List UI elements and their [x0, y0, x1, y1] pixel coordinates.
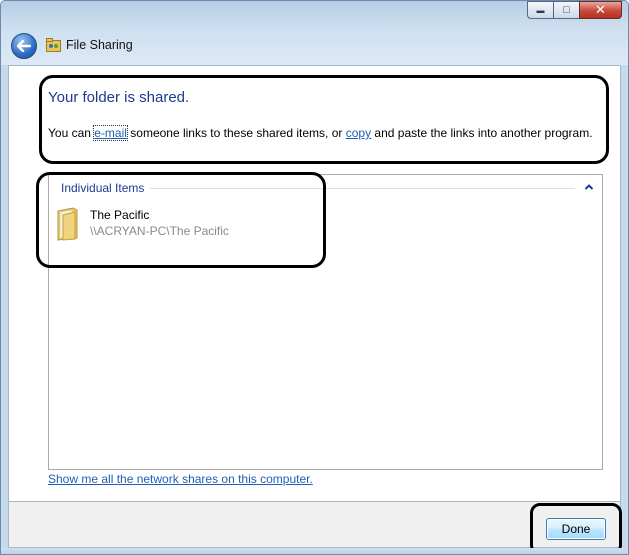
- back-arrow-icon: [17, 40, 31, 52]
- maximize-icon: □: [563, 4, 570, 16]
- window-controls: ▬ □ ✕: [527, 1, 622, 19]
- minimize-icon: ▬: [536, 5, 545, 15]
- network-shares-link-text: Show me all the network shares on this c…: [48, 472, 313, 486]
- maximize-button[interactable]: □: [553, 1, 579, 19]
- back-button[interactable]: [11, 33, 37, 59]
- annotation-outline-heading: [39, 75, 609, 164]
- content-panel: Your folder is shared. You can e-mail so…: [8, 65, 621, 502]
- annotation-outline-items: [36, 172, 326, 268]
- collapse-chevron-icon[interactable]: [583, 181, 595, 193]
- window-title: File Sharing: [66, 38, 133, 52]
- close-button[interactable]: ✕: [579, 1, 622, 19]
- window-frame-bottom: [1, 548, 628, 554]
- close-icon: ✕: [595, 2, 606, 17]
- file-sharing-icon: [46, 38, 61, 52]
- minimize-button[interactable]: ▬: [527, 1, 553, 19]
- file-sharing-window: ▬ □ ✕ File Sharing Your folder is shared…: [0, 0, 629, 555]
- network-shares-link[interactable]: Show me all the network shares on this c…: [48, 472, 313, 486]
- footer-bar: Done: [8, 502, 622, 554]
